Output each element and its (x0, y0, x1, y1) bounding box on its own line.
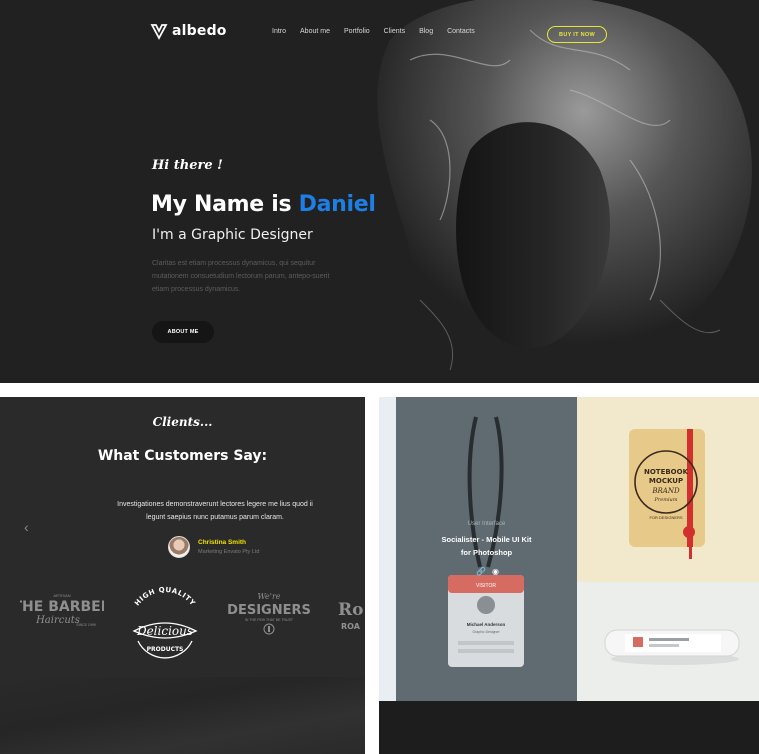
logo-designers[interactable]: We're DESIGNERS IN THE FEW THAT BE TRUST (228, 590, 310, 640)
headline-name: Daniel (298, 192, 376, 217)
logo-the-barber[interactable]: ARTISAN THE BARBER Haircuts SINCE 1999 (20, 590, 104, 638)
brand-logo[interactable]: albedo (150, 22, 227, 40)
nav-item-contacts[interactable]: Contacts (447, 28, 475, 35)
barber-line2: THE BARBER (20, 599, 104, 615)
portfolio-category: User Interface (467, 521, 506, 527)
buy-it-now-button[interactable]: BUY IT NOW (547, 26, 607, 43)
chevron-left-icon[interactable]: ‹ (24, 519, 29, 535)
barber-line3: Haircuts (35, 615, 80, 626)
partial-main: Ro (338, 600, 363, 620)
notebook-ring: FOR DESIGNERS (649, 515, 682, 520)
clients-script-title: Clients... (152, 415, 213, 429)
partial-sub: ROA (341, 622, 361, 631)
portfolio-section: VISITOR Michael Anderson Graphic Designe… (379, 397, 759, 754)
portfolio-bottom-band (379, 701, 759, 754)
badge-name: Michael Anderson (467, 622, 506, 627)
about-me-button[interactable]: ABOUT ME (152, 321, 214, 343)
designers-main: DESIGNERS (228, 603, 310, 618)
phone-image (604, 629, 740, 665)
designers-sub: IN THE FEW THAT BE TRUST (245, 618, 294, 622)
headline-prefix: My Name is (151, 192, 299, 217)
portfolio-title-line2: for Photoshop (460, 548, 513, 557)
notebook-line3: BRAND (651, 487, 680, 495)
portfolio-actions: 🔗 ◉ (476, 567, 499, 576)
notebook-image: NOTEBOOK MOCKUP BRAND Premium FOR DESIGN… (629, 429, 705, 559)
eye-icon[interactable]: ◉ (492, 567, 499, 576)
hero-greeting: Hi there ! (152, 158, 223, 173)
brand-name: albedo (172, 23, 227, 39)
svg-text:HIGH QUALITY: HIGH QUALITY (133, 586, 197, 608)
notebook-line4: Premium (653, 497, 677, 503)
avatar (168, 536, 190, 558)
testimonial-quote: Investigationes demonstraverunt lectores… (117, 501, 313, 521)
delicious-top: HIGH QUALITY (133, 586, 196, 608)
nav-item-about-me[interactable]: About me (300, 28, 330, 35)
clients-section: Clients... What Customers Say: Investiga… (0, 397, 365, 754)
author-name: Christina Smith (198, 539, 247, 546)
notebook-line1: NOTEBOOK (644, 468, 689, 476)
clients-bottom-band (0, 677, 365, 754)
delicious-main: Delicious (136, 624, 193, 638)
notebook-line2: MOCKUP (649, 477, 683, 485)
author-role: Marketing Envato Pty Ltd (198, 549, 260, 555)
badge-role: Graphic Designer (472, 630, 500, 634)
nav-item-clients[interactable]: Clients (384, 28, 405, 35)
portfolio-title-line1: Socialister - Mobile UI Kit (441, 535, 532, 544)
link-icon[interactable]: 🔗 (476, 567, 486, 576)
hero-role: I'm a Graphic Designer (152, 227, 313, 243)
clients-title: What Customers Say: (97, 448, 268, 464)
barber-line4: SINCE 1999 (76, 623, 96, 627)
nav-item-portfolio[interactable]: Portfolio (344, 28, 370, 35)
portfolio-title: Socialister - Mobile UI Kit for Photoshop (396, 533, 577, 559)
hero-description: Claritas est etiam processus dynamicus, … (152, 260, 330, 293)
page: albedo Intro About me Portfolio Clients … (0, 0, 759, 754)
nav-item-intro[interactable]: Intro (272, 28, 286, 35)
client-logos: ARTISAN THE BARBER Haircuts SINCE 1999 H… (0, 585, 365, 675)
nav-item-blog[interactable]: Blog (419, 28, 433, 35)
hero-headline: My Name is Daniel (151, 192, 376, 217)
brand-diamond-icon (150, 24, 168, 40)
delicious-bottom: PRODUCTS (147, 646, 184, 653)
logo-delicious[interactable]: HIGH QUALITY Delicious PRODUCTS (124, 585, 206, 669)
hero-section: albedo Intro About me Portfolio Clients … (0, 0, 759, 383)
top-nav: albedo Intro About me Portfolio Clients … (150, 20, 609, 50)
testimonial-author: Christina Smith Marketing Envato Pty Ltd (168, 536, 259, 558)
portfolio-item-notebook[interactable]: NOTEBOOK MOCKUP BRAND Premium FOR DESIGN… (577, 397, 759, 582)
barber-line1: ARTISAN (53, 593, 70, 598)
nav-menu: Intro About me Portfolio Clients Blog Co… (272, 28, 489, 35)
badge-header: VISITOR (476, 583, 496, 589)
hero-portrait-image (330, 0, 759, 383)
designers-top: We're (257, 592, 280, 601)
logo-partial[interactable]: Ro ROA (334, 593, 365, 643)
portfolio-item-phone[interactable] (577, 582, 759, 701)
